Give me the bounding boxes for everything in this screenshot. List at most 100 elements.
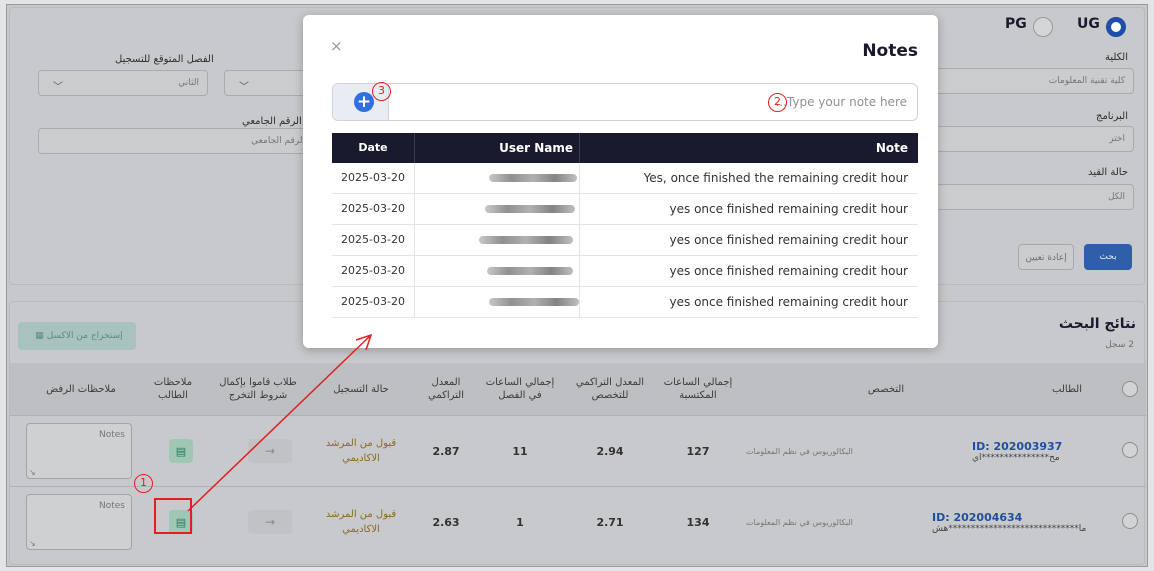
- specialization-cell: البكالوريوس في نظم المعلومات: [746, 517, 853, 527]
- semester-hours-cell: 1: [516, 515, 524, 529]
- add-note-button[interactable]: +: [354, 92, 374, 112]
- note-text: yes once finished remaining credit hour: [669, 295, 908, 309]
- arrow-right-icon: →: [264, 515, 276, 529]
- rejection-notes-field[interactable]: Notes: [26, 423, 132, 479]
- cumulative-gpa-cell: 2.63: [432, 515, 460, 529]
- col-semester-hours: إجمالي الساعات في الفصل: [485, 377, 555, 401]
- col-rejection-notes: ملاحظات الرفض: [46, 383, 116, 395]
- export-excel-button[interactable]: ▦ إستخراج من الاكسل: [18, 322, 136, 350]
- notes-modal: × Notes + Date User Name Note 2025-03-20…: [303, 15, 938, 348]
- col-student: الطالب: [1052, 383, 1082, 395]
- note-row: 2025-03-20 yes once finished remaining c…: [332, 287, 918, 318]
- reset-button[interactable]: إعادة تعيين: [1018, 244, 1074, 270]
- ug-radio[interactable]: [1106, 17, 1126, 37]
- note-text: yes once finished remaining credit hour: [669, 202, 908, 216]
- note-icon: ▤: [175, 444, 187, 458]
- results-table-header: الطالب التخصص إجمالي الساعات المكتسبة ال…: [10, 363, 1146, 415]
- annotation-badge-3: 3: [372, 82, 391, 101]
- note-date: 2025-03-20: [332, 194, 415, 224]
- chevron-down-icon: ﹀: [239, 82, 249, 93]
- col-user-name: User Name: [415, 133, 580, 163]
- arrow-right-icon: →: [264, 444, 276, 458]
- note-row: 2025-03-20 yes once finished remaining c…: [332, 225, 918, 256]
- pg-radio[interactable]: [1033, 17, 1053, 37]
- select-all-checkbox[interactable]: [1122, 381, 1138, 397]
- specialization-cell: البكالوريوس في نظم المعلومات: [746, 446, 853, 456]
- search-button[interactable]: بحث: [1084, 244, 1132, 270]
- chevron-down-icon: ﹀: [53, 82, 63, 93]
- semester-label: الفصل المتوقع للتسجيل: [115, 54, 214, 65]
- export-label: إستخراج من الاكسل: [46, 331, 123, 341]
- major-gpa-cell: 2.71: [596, 515, 624, 529]
- annotation-badge-2: 2: [768, 93, 787, 112]
- secondary-select[interactable]: ﹀: [224, 70, 314, 96]
- semester-hours-cell: 11: [512, 444, 528, 458]
- registration-status-cell: قبول من المرشد الاكاديمي: [325, 509, 397, 535]
- student-id-link[interactable]: ID: 202004634: [932, 511, 1022, 524]
- note-text: yes once finished remaining credit hour: [669, 264, 908, 278]
- row-checkbox[interactable]: [1122, 442, 1138, 458]
- ug-label: UG: [1077, 16, 1100, 32]
- major-gpa-cell: 2.94: [596, 444, 624, 458]
- annotation-badge-1: 1: [134, 474, 153, 493]
- note-row: 2025-03-20 Yes, once finished the remain…: [332, 163, 918, 194]
- excel-icon: ▦: [35, 331, 44, 341]
- table-row: ID: 202003937 مح***************اي البكال…: [10, 415, 1146, 485]
- col-cumulative-gpa: المعدل التراكمي: [427, 377, 464, 401]
- student-name: ما*****************************هش: [932, 523, 1087, 534]
- col-major-gpa: المعدل التراكمي للتخصص: [575, 377, 645, 401]
- col-graduation-students: طلاب قاموا بإكمال شروط التخرج: [219, 377, 297, 401]
- student-id-input[interactable]: الرقم الجامعي: [38, 128, 314, 154]
- student-id-label: الرقم الجامعي: [242, 116, 302, 127]
- note-date: 2025-03-20: [332, 287, 415, 317]
- results-title: نتائج البحث: [1058, 316, 1136, 332]
- notes-table-header: Date User Name Note: [332, 133, 918, 163]
- student-name: مح***************اي: [972, 452, 1060, 463]
- student-cell: ID: 202003937 مح***************اي: [972, 416, 1112, 486]
- note-user-redacted: [415, 163, 580, 193]
- graduation-action-button[interactable]: →: [248, 439, 292, 463]
- modal-title: Notes: [862, 41, 918, 61]
- semester-value: الثاني: [178, 78, 199, 88]
- resize-handle-icon: ↘: [29, 468, 36, 477]
- results-count: 2 سجل: [1105, 340, 1134, 350]
- col-note: Note: [875, 141, 908, 155]
- earned-hours-cell: 127: [686, 444, 710, 458]
- college-label: الكلية: [1104, 52, 1128, 63]
- student-notes-button[interactable]: ▤: [169, 439, 193, 463]
- graduation-action-button[interactable]: →: [248, 510, 292, 534]
- student-id-link[interactable]: ID: 202003937: [972, 440, 1062, 453]
- note-date: 2025-03-20: [332, 256, 415, 286]
- row-checkbox[interactable]: [1122, 513, 1138, 529]
- cumulative-gpa-cell: 2.87: [432, 444, 460, 458]
- semester-select[interactable]: ﹀ الثاني: [38, 70, 208, 96]
- col-specialization: التخصص: [867, 383, 905, 395]
- note-input-group: +: [332, 83, 918, 121]
- note-input[interactable]: [391, 84, 917, 120]
- close-icon[interactable]: ×: [330, 37, 343, 55]
- earned-hours-cell: 134: [686, 515, 710, 529]
- col-registration-status: حالة التسجيل: [333, 383, 389, 395]
- enrollment-status-label: حالة القيد: [1088, 167, 1128, 178]
- note-user-redacted: [415, 194, 580, 224]
- note-user-redacted: [415, 225, 580, 255]
- note-user-redacted: [415, 256, 580, 286]
- col-student-notes: ملاحظات الطالب: [153, 377, 193, 401]
- student-cell: ID: 202004634 ما************************…: [932, 487, 1112, 557]
- highlight-box: [154, 498, 192, 534]
- note-date: 2025-03-20: [332, 225, 415, 255]
- note-user-redacted: [415, 287, 580, 317]
- resize-handle-icon: ↘: [29, 539, 36, 548]
- note-text: Yes, once finished the remaining credit …: [643, 171, 908, 185]
- note-row: 2025-03-20 yes once finished remaining c…: [332, 194, 918, 225]
- program-label: البرنامج: [1095, 111, 1128, 122]
- note-row: 2025-03-20 yes once finished remaining c…: [332, 256, 918, 287]
- note-date: 2025-03-20: [332, 163, 415, 193]
- registration-status-cell: قبول من المرشد الاكاديمي: [325, 438, 397, 464]
- note-text: yes once finished remaining credit hour: [669, 233, 908, 247]
- col-earned-hours: إجمالي الساعات المكتسبة: [663, 377, 733, 401]
- notes-table: Date User Name Note 2025-03-20 Yes, once…: [332, 133, 918, 318]
- col-date: Date: [332, 133, 415, 163]
- pg-label: PG: [1005, 16, 1027, 32]
- rejection-notes-field[interactable]: Notes: [26, 494, 132, 550]
